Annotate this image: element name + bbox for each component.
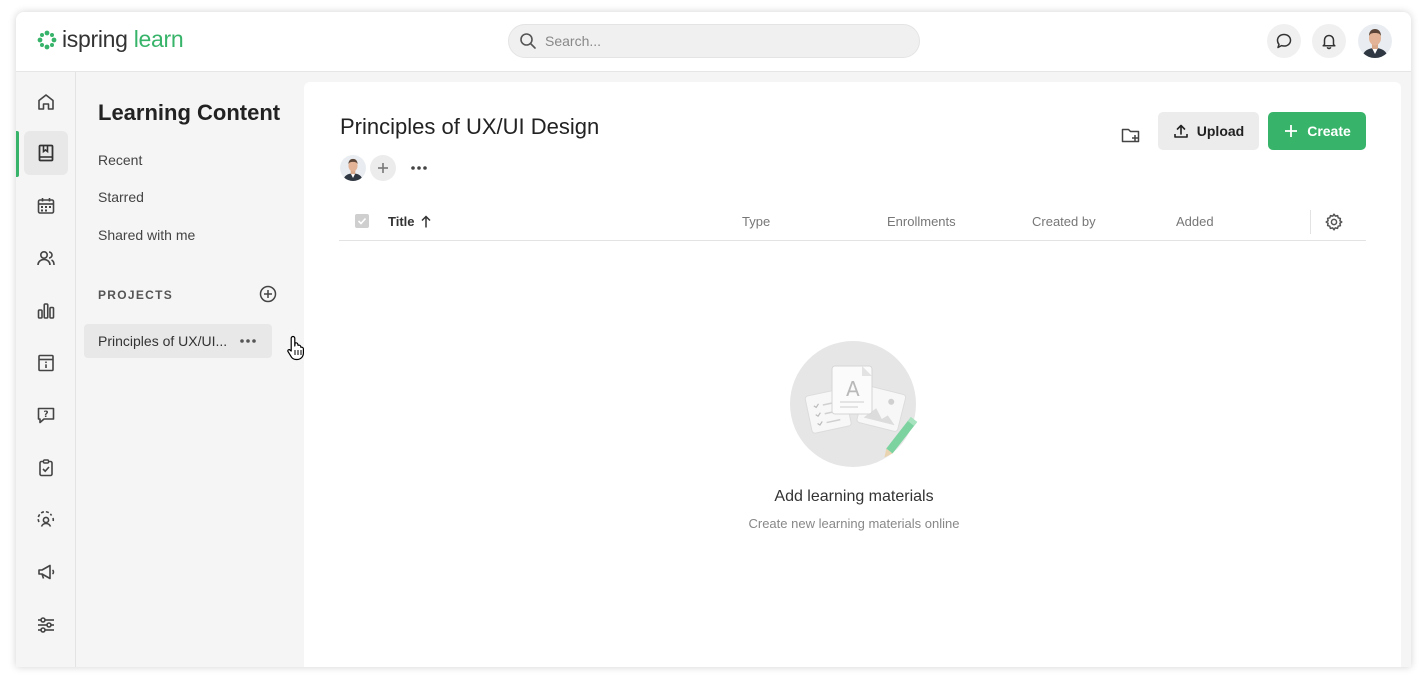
chat-button[interactable]	[1267, 24, 1301, 58]
info-card-icon	[38, 354, 54, 372]
new-folder-button[interactable]	[1116, 120, 1146, 150]
add-project-button[interactable]	[259, 285, 277, 303]
members-more-button[interactable]	[406, 155, 432, 181]
create-button[interactable]: Create	[1268, 112, 1366, 150]
sort-arrow-up-icon	[420, 214, 431, 227]
sidebar-item-shared[interactable]: Shared with me	[98, 227, 195, 243]
user-badge-icon	[37, 510, 55, 527]
main-panel: Principles of UX/UI Design Upload Create…	[304, 82, 1401, 667]
check-icon	[357, 217, 367, 225]
add-member-button[interactable]	[370, 155, 396, 181]
book-icon	[38, 144, 54, 162]
table-header: Title Type Enrollments Created by Added	[339, 204, 1366, 241]
nav-learning-content[interactable]	[24, 131, 68, 175]
calendar-icon	[37, 198, 55, 214]
empty-state-subtitle: Create new learning materials online	[748, 516, 960, 531]
column-type[interactable]: Type	[742, 214, 770, 229]
svg-text:?: ?	[43, 410, 48, 420]
plus-icon	[378, 163, 388, 173]
question-chat-icon: ?	[37, 407, 55, 424]
folder-plus-icon	[1121, 128, 1140, 143]
logo-text: ispring learn	[62, 26, 184, 52]
clipboard-check-icon	[39, 459, 53, 477]
nav-questions[interactable]: ?	[24, 393, 68, 437]
nav-calendar[interactable]	[24, 184, 68, 228]
sidebar-item-starred[interactable]: Starred	[98, 189, 144, 205]
column-enrollments[interactable]: Enrollments	[887, 214, 956, 229]
more-dots-icon	[240, 339, 256, 343]
projects-label: PROJECTS	[98, 288, 174, 302]
member-avatar[interactable]	[340, 155, 366, 181]
nav-users[interactable]	[24, 236, 68, 280]
user-photo-icon	[340, 155, 366, 181]
column-created-by[interactable]: Created by	[1032, 214, 1096, 229]
logo-mark-icon	[37, 30, 57, 49]
project-members	[340, 155, 432, 181]
select-all-checkbox[interactable]	[355, 214, 369, 228]
logo[interactable]: ispring learn	[36, 26, 184, 53]
learning-materials-illustration-icon: A	[790, 341, 918, 467]
bell-icon	[1322, 34, 1336, 50]
column-settings-button[interactable]	[1324, 212, 1344, 237]
nav-competencies[interactable]	[24, 498, 68, 542]
project-more-button[interactable]	[236, 333, 260, 349]
nav-info[interactable]	[24, 341, 68, 385]
top-bar: ispring learn	[16, 12, 1411, 72]
svg-text:A: A	[846, 377, 860, 401]
more-dots-icon	[411, 166, 427, 170]
column-separator	[1310, 210, 1311, 234]
sliders-icon	[38, 617, 54, 633]
notifications-button[interactable]	[1312, 24, 1346, 58]
users-icon	[37, 251, 55, 266]
upload-icon	[1173, 124, 1188, 138]
nav-reports[interactable]	[24, 289, 68, 333]
nav-tasks[interactable]	[24, 446, 68, 490]
page-title: Principles of UX/UI Design	[340, 114, 600, 139]
column-title[interactable]: Title	[388, 214, 432, 229]
plus-circle-icon	[259, 285, 277, 303]
plus-icon	[1285, 125, 1298, 137]
search-input[interactable]	[545, 33, 895, 49]
empty-state-title: Add learning materials	[774, 488, 934, 505]
sidebar-title: Learning Content	[98, 100, 281, 125]
create-label: Create	[1307, 123, 1351, 139]
nav-settings[interactable]	[24, 603, 68, 647]
chart-icon	[37, 303, 55, 319]
megaphone-icon	[38, 564, 55, 580]
column-title-label: Title	[388, 214, 415, 229]
nav-home[interactable]	[24, 80, 68, 124]
gear-icon	[1325, 213, 1343, 231]
user-photo-icon	[1358, 24, 1392, 58]
search-icon	[520, 33, 536, 49]
upload-label: Upload	[1196, 123, 1245, 139]
nav-rail: ?	[16, 72, 76, 667]
project-item[interactable]: Principles of UX/UI...	[84, 324, 272, 358]
user-avatar[interactable]	[1358, 24, 1392, 58]
chat-icon	[1276, 33, 1292, 49]
active-indicator	[16, 131, 19, 177]
content-sidebar: Learning Content Recent Starred Shared w…	[76, 72, 304, 667]
home-icon	[38, 94, 54, 110]
project-item-label: Principles of UX/UI...	[98, 333, 228, 349]
sidebar-item-recent[interactable]: Recent	[98, 152, 142, 168]
column-added[interactable]: Added	[1176, 214, 1214, 229]
app-window: ispring learn Search... ? Learning Conte…	[16, 12, 1411, 667]
nav-announcements[interactable]	[24, 550, 68, 594]
search-box[interactable]	[508, 24, 920, 58]
upload-button[interactable]: Upload	[1158, 112, 1259, 150]
